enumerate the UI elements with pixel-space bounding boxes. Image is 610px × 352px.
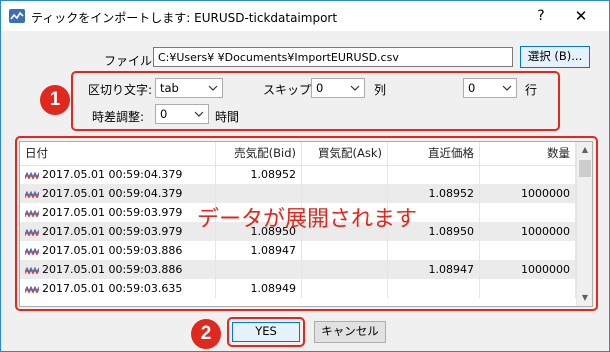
delimiter-select[interactable]: tab	[155, 78, 223, 98]
date-text: 2017.05.01 00:59:03.886	[42, 263, 183, 276]
date-cell: 2017.05.01 00:59:03.979	[20, 222, 216, 241]
skip-columns-select[interactable]: 0	[311, 78, 365, 98]
step-2-badge: 2	[191, 319, 221, 349]
tick-wave-icon	[25, 266, 39, 274]
ask-cell	[302, 165, 388, 184]
bid-cell: 1.08952	[216, 165, 302, 184]
delimiter-value: tab	[160, 81, 179, 95]
title-bar: ティックをインポートします: EURUSD-tickdataimport ? ✕	[1, 1, 609, 31]
volume-cell	[480, 279, 576, 298]
ask-cell	[302, 260, 388, 279]
scroll-down-arrow-icon[interactable]: ▼	[577, 290, 592, 306]
table-row[interactable]: 2017.05.01 00:59:03.886 1.08947	[20, 241, 576, 260]
hours-unit-label: 時間	[215, 110, 240, 124]
volume-cell	[480, 203, 576, 222]
volume-cell: 1000000	[480, 184, 576, 203]
cancel-button[interactable]: キャンセル	[314, 321, 386, 343]
ask-cell	[302, 241, 388, 260]
date-text: 2017.05.01 00:59:04.379	[42, 168, 183, 181]
close-button[interactable]: ✕	[567, 5, 595, 27]
ask-cell	[302, 279, 388, 298]
bid-cell: 1.08947	[216, 241, 302, 260]
help-button[interactable]: ?	[529, 5, 553, 27]
file-path-field[interactable]: C:¥Users¥ ¥Documents¥ImportEURUSD.csv	[153, 47, 513, 67]
volume-cell	[480, 241, 576, 260]
vertical-scrollbar[interactable]: ▲ ▼	[576, 142, 592, 306]
column-header-date[interactable]: 日付	[20, 142, 216, 165]
tick-wave-icon	[25, 190, 39, 198]
date-cell: 2017.05.01 00:59:03.886	[20, 260, 216, 279]
chevron-down-icon	[194, 111, 204, 117]
yes-button[interactable]: YES	[232, 322, 300, 342]
column-header-bid[interactable]: 売気配(Bid)	[216, 142, 302, 165]
date-text: 2017.05.01 00:59:03.886	[42, 244, 183, 257]
date-cell: 2017.05.01 00:59:03.979	[20, 203, 216, 222]
data-expanded-annotation: データが展開されます	[197, 207, 418, 232]
date-cell: 2017.05.01 00:59:03.886	[20, 241, 216, 260]
tick-wave-icon	[25, 247, 39, 255]
volume-cell	[480, 165, 576, 184]
date-cell: 2017.05.01 00:59:04.379	[20, 184, 216, 203]
row-unit-label: 行	[525, 83, 538, 97]
table-row[interactable]: 2017.05.01 00:59:03.886 1.08947 1000000	[20, 260, 576, 279]
date-text: 2017.05.01 00:59:03.635	[42, 282, 183, 295]
skip-rows-value: 0	[468, 81, 476, 95]
table-row[interactable]: 2017.05.01 00:59:03.635 1.08949	[20, 279, 576, 298]
volume-cell: 1000000	[480, 260, 576, 279]
window-title: ティックをインポートします: EURUSD-tickdataimport	[31, 11, 338, 25]
chart-app-icon	[9, 9, 25, 23]
timezone-select[interactable]: 0	[155, 104, 209, 124]
tick-wave-icon	[25, 285, 39, 293]
column-header-last[interactable]: 直近価格	[388, 142, 480, 165]
date-cell: 2017.05.01 00:59:03.635	[20, 279, 216, 298]
chevron-down-icon	[502, 85, 512, 91]
column-header-volume[interactable]: 数量	[480, 142, 576, 165]
volume-cell: 1000000	[480, 222, 576, 241]
skip-columns-value: 0	[316, 81, 324, 95]
table-row[interactable]: 2017.05.01 00:59:04.379 1.08952	[20, 165, 576, 184]
step-1-badge: 1	[40, 85, 70, 115]
timezone-label: 時差調整:	[92, 110, 145, 124]
column-header-ask[interactable]: 買気配(Ask)	[302, 142, 388, 165]
bid-cell: 1.08949	[216, 279, 302, 298]
last-cell	[388, 165, 480, 184]
column-unit-label: 列	[374, 83, 387, 97]
delimiter-label: 区切り文字:	[88, 83, 153, 97]
tick-wave-icon	[25, 209, 39, 217]
grid-header: 日付 売気配(Bid) 買気配(Ask) 直近価格 数量	[20, 142, 576, 166]
date-text: 2017.05.01 00:59:03.979	[42, 206, 183, 219]
bid-cell	[216, 260, 302, 279]
chevron-down-icon	[208, 85, 218, 91]
tick-wave-icon	[25, 228, 39, 236]
file-label: ファイル:	[104, 54, 157, 68]
browse-button[interactable]: 選択 (B)...	[520, 46, 590, 68]
date-text: 2017.05.01 00:59:04.379	[42, 187, 183, 200]
date-text: 2017.05.01 00:59:03.979	[42, 225, 183, 238]
chevron-down-icon	[350, 85, 360, 91]
import-ticks-dialog: ティックをインポートします: EURUSD-tickdataimport ? ✕…	[0, 0, 610, 352]
scroll-up-arrow-icon[interactable]: ▲	[577, 142, 592, 158]
scroll-thumb[interactable]	[579, 160, 591, 177]
last-cell	[388, 241, 480, 260]
skip-label: スキップ:	[263, 83, 316, 97]
date-cell: 2017.05.01 00:59:04.379	[20, 165, 216, 184]
timezone-value: 0	[160, 107, 168, 121]
tick-wave-icon	[25, 171, 39, 179]
last-cell	[388, 279, 480, 298]
skip-rows-select[interactable]: 0	[463, 78, 517, 98]
last-cell: 1.08947	[388, 260, 480, 279]
